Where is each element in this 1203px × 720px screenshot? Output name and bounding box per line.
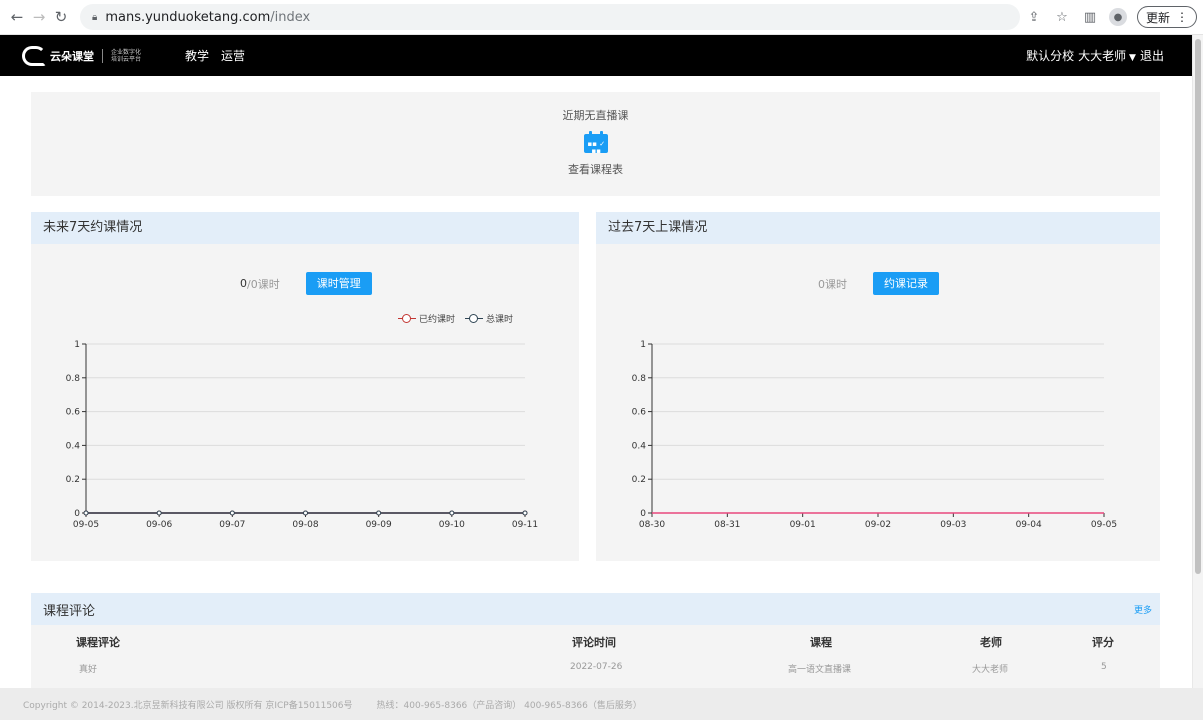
col-review: 课程评论 [76, 636, 120, 649]
nav-teaching[interactable]: 教学 [185, 47, 209, 64]
branch-name: 默认分校 [1026, 49, 1075, 63]
col-course: 课程 [810, 636, 832, 649]
y-tick-label: 0.4 [632, 441, 647, 451]
x-tick-label: 09-08 [292, 520, 318, 530]
past-classes-card: 过去7天上课情况 0课时 约课记录 0 0.2 0.4 0.6 0.8 1 08-30 08-… [596, 212, 1160, 561]
profile-avatar-icon[interactable]: ● [1108, 8, 1127, 26]
logo-text: 云朵课堂 [50, 49, 94, 63]
x-tick-label: 09-06 [146, 520, 172, 530]
review-time: 2022-07-26 [570, 662, 623, 672]
data-point[interactable] [83, 510, 89, 516]
y-tick-label: 0.2 [66, 475, 80, 485]
y-tick-label: 1 [74, 340, 80, 350]
review-course: 高一语文直播课 [788, 665, 852, 675]
y-tick-label: 0.4 [66, 441, 81, 451]
x-tick-label: 09-01 [790, 520, 816, 530]
review-teacher: 大大老师 [972, 665, 1009, 675]
url-path: /index [270, 9, 311, 25]
x-tick-label: 09-09 [366, 520, 392, 530]
y-tick-label: 0.6 [66, 408, 81, 418]
page-scrollbar[interactable] [1192, 35, 1203, 688]
cloud-logo-icon [22, 45, 46, 66]
y-tick-label: 1 [640, 340, 646, 350]
x-tick-label: 09-10 [439, 520, 465, 530]
footer-copyright: Copyright © 2014-2023.北京昱新科技有限公司 版权所有 京I… [23, 700, 353, 711]
review-text: 真好 [79, 665, 98, 675]
future-booking-card: 未来7天约课情况 0/0课时 课时管理 已约课时 总课时 0 0.2 0.4 0.6 0… [31, 212, 579, 561]
scroll-thumb[interactable] [1195, 39, 1201, 574]
data-point[interactable] [229, 510, 235, 516]
x-tick-label: 09-05 [1091, 520, 1117, 530]
x-tick-label: 09-02 [865, 520, 891, 530]
user-area: 默认分校 大大老师 ▼ 退出 [1026, 47, 1164, 64]
share-icon[interactable]: ⇪ [1025, 8, 1043, 26]
col-rating: 评分 [1092, 636, 1114, 649]
data-point[interactable] [303, 510, 308, 516]
live-status-text: 近期无直播课 [562, 109, 629, 122]
logo-slogan-line1: 企业数字化 [111, 48, 142, 56]
reviews-title: 课程评论 [43, 603, 96, 619]
logo-slogan: 企业数字化 培训云平台 [111, 49, 141, 63]
update-label: 更新 [1145, 10, 1170, 25]
col-teacher: 老师 [980, 636, 1002, 649]
calendar-icon[interactable]: ▪▪ ✓ ▪▪ [583, 131, 608, 155]
browser-toolbar: ← → ↻ 🔒︎ mans.yunduoketang.com/index ⇪ ☆… [0, 0, 1203, 35]
x-tick-label: 08-31 [714, 520, 740, 530]
data-point[interactable] [522, 510, 528, 516]
side-panel-icon[interactable]: ▥ [1081, 8, 1099, 26]
x-tick-label: 09-03 [940, 520, 966, 530]
course-reviews-panel: 课程评论 更多 课程评论 评论时间 课程 老师 评分 真好 2022-07-26… [31, 593, 1160, 688]
user-name: 大大老师 [1078, 49, 1127, 63]
y-tick-label: 0.8 [632, 374, 647, 384]
logout-link[interactable]: 退出 [1140, 47, 1164, 64]
y-tick-label: 0 [74, 509, 80, 519]
back-arrow-icon[interactable]: ← [6, 6, 28, 28]
reviews-header: 课程评论 更多 [31, 593, 1160, 625]
live-course-panel: 近期无直播课 ▪▪ ✓ ▪▪ 查看课程表 [31, 92, 1160, 196]
address-bar[interactable]: 🔒︎ mans.yunduoketang.com/index [80, 4, 1020, 30]
update-button[interactable]: 更新 ⋮ [1136, 6, 1197, 28]
main-nav: 教学 运营 [185, 47, 245, 64]
footer-hotline: 热线：400-965-8366（产品咨询） 400-965-8366（售后服务） [376, 700, 642, 711]
future-booking-chart: 0 0.2 0.4 0.6 0.8 1 09-05 09-06 09-07 09-08 09-09 0… [66, 340, 538, 530]
y-tick-label: 0.8 [66, 374, 81, 384]
caret-down-icon: ▼ [1126, 53, 1136, 63]
view-schedule-link[interactable]: 查看课程表 [31, 161, 1160, 177]
x-tick-label: 09-04 [1016, 520, 1042, 530]
nav-operations[interactable]: 运营 [221, 47, 245, 64]
x-tick-label: 09-11 [512, 520, 538, 530]
url-host: mans.yunduoketang.com [105, 9, 271, 25]
reload-icon[interactable]: ↻ [50, 6, 72, 28]
forward-arrow-icon[interactable]: → [28, 6, 50, 28]
past-classes-chart: 0 0.2 0.4 0.6 0.8 1 08-30 08-31 09-01 09-02 09-03 0… [632, 340, 1117, 530]
more-reviews-link[interactable]: 更多 [1134, 603, 1152, 616]
data-point[interactable] [156, 510, 162, 516]
user-menu[interactable]: 大大老师 ▼ [1078, 47, 1136, 64]
page-footer: Copyright © 2014-2023.北京昱新科技有限公司 版权所有 京I… [0, 688, 1203, 720]
data-point[interactable] [449, 510, 455, 516]
logo-divider [102, 48, 103, 63]
x-tick-label: 08-30 [639, 520, 665, 530]
app-header: 云朵课堂 企业数字化 培训云平台 教学 运营 默认分校 大大老师 ▼ 退出 [0, 35, 1192, 76]
x-tick-label: 09-07 [219, 520, 245, 530]
review-rating: 5 [1101, 662, 1107, 672]
logo-slogan-line2: 培训云平台 [111, 55, 142, 63]
y-tick-label: 0.2 [632, 475, 646, 485]
kebab-menu-icon: ⋮ [1176, 10, 1188, 24]
logo[interactable]: 云朵课堂 企业数字化 培训云平台 [22, 45, 141, 66]
col-review-time: 评论时间 [572, 636, 616, 649]
y-tick-label: 0.6 [632, 408, 647, 418]
calendar-grid: ▪▪ ✓ ▪▪ [587, 140, 606, 155]
y-tick-label: 0 [640, 509, 646, 519]
lock-icon: 🔒︎ [92, 11, 98, 23]
star-icon[interactable]: ☆ [1053, 8, 1071, 26]
data-point[interactable] [376, 510, 382, 516]
x-tick-label: 09-05 [73, 520, 99, 530]
